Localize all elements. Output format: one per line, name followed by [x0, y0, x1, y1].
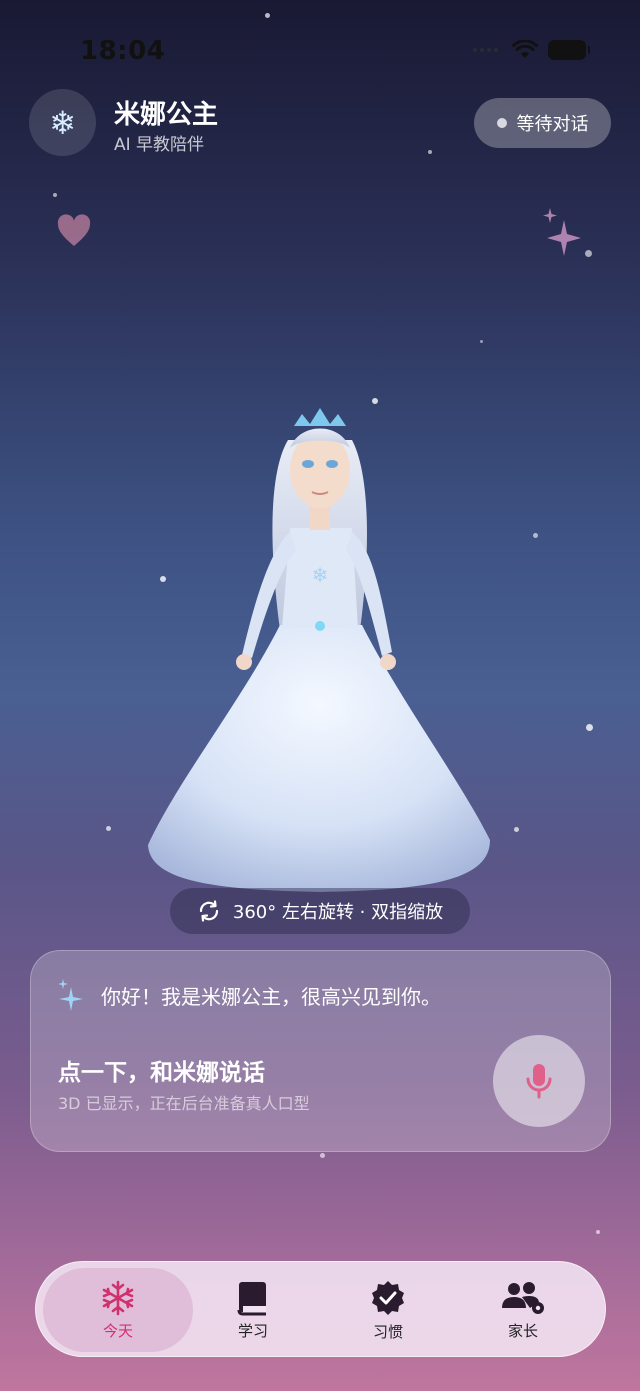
greeting-message: 你好！我是米娜公主，很高兴见到你。	[101, 984, 441, 1009]
tab-learning[interactable]: 学习	[178, 1268, 328, 1352]
talk-prompt-title[interactable]: 点一下，和米娜说话	[58, 1053, 265, 1087]
wifi-icon	[512, 40, 538, 58]
star-dot	[320, 1153, 325, 1158]
rotate-hint-label: 360° 左右旋转 · 双指缩放	[232, 902, 444, 923]
sparkle-icon	[543, 208, 581, 256]
tab-today[interactable]: 今天	[43, 1268, 193, 1352]
star-dot	[585, 250, 592, 257]
parents-gear-icon	[502, 1281, 544, 1314]
signal-dots-icon	[473, 48, 498, 52]
star-dot	[514, 827, 519, 832]
tab-learning-label: 学习	[237, 1321, 268, 1340]
bottom-tab-bar: 今天 学习 习惯 家长	[35, 1261, 606, 1357]
star-dot	[586, 724, 593, 731]
check-badge-icon	[372, 1280, 404, 1315]
star-dot	[265, 13, 270, 18]
rotate-zoom-hint: 360° 左右旋转 · 双指缩放	[170, 888, 470, 934]
avatar-snowflake-icon[interactable]: ❄	[29, 89, 96, 156]
heart-icon	[57, 214, 91, 246]
tab-habits[interactable]: 习惯	[313, 1268, 463, 1352]
microphone-button[interactable]	[493, 1035, 585, 1127]
svg-text:❄: ❄	[312, 563, 329, 587]
star-dot	[428, 150, 432, 154]
status-label: 等待对话	[516, 114, 589, 135]
star-dot	[53, 193, 57, 197]
page-title: 米娜公主	[114, 100, 219, 130]
star-dot	[480, 340, 483, 343]
page-subtitle: AI 早教陪伴	[114, 135, 205, 155]
status-bar: 18:04	[0, 0, 640, 100]
star-dot	[533, 533, 538, 538]
sparkle-icon	[58, 979, 83, 1011]
microphone-icon	[526, 1064, 552, 1099]
star-dot	[106, 826, 111, 831]
tab-parents[interactable]: 家长	[448, 1268, 598, 1352]
tab-parents-label: 家长	[507, 1321, 538, 1340]
status-icons	[473, 40, 590, 60]
talk-prompt-subtitle: 3D 已显示，正在后台准备真人口型	[58, 1094, 310, 1113]
princess-3d-model[interactable]: ❄	[130, 400, 510, 900]
rotate-icon	[199, 900, 218, 922]
conversation-status-badge[interactable]: 等待对话	[474, 98, 611, 148]
battery-icon	[548, 40, 590, 60]
chat-card[interactable]: 你好！我是米娜公主，很高兴见到你。 点一下，和米娜说话 3D 已显示，正在后台准…	[30, 950, 611, 1152]
tab-today-label: 今天	[102, 1321, 133, 1340]
status-time: 18:04	[80, 36, 166, 66]
star-dot	[596, 1230, 600, 1234]
tab-habits-label: 习惯	[372, 1322, 403, 1341]
book-icon	[237, 1281, 266, 1315]
snowflake-icon	[102, 1280, 134, 1315]
status-dot-icon	[496, 118, 507, 128]
greeting-row: 你好！我是米娜公主，很高兴见到你。	[57, 979, 441, 1011]
